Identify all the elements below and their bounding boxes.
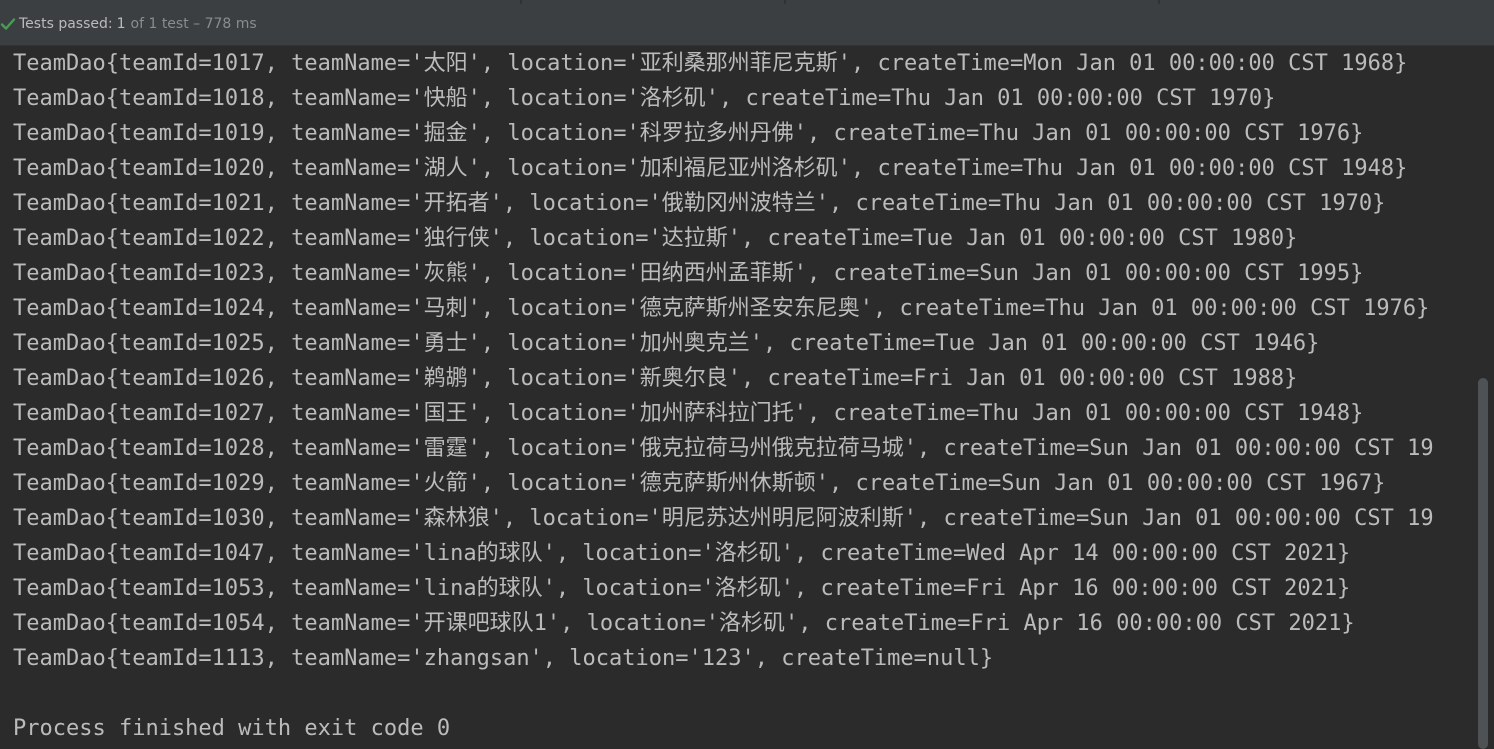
console-line: TeamDao{teamId=1027, teamName='国王', loca… xyxy=(13,401,1364,426)
tests-passed-label: Tests passed: xyxy=(19,16,113,32)
console-line: TeamDao{teamId=1019, teamName='掘金', loca… xyxy=(13,121,1364,146)
console-line: TeamDao{teamId=1029, teamName='火箭', loca… xyxy=(13,471,1386,496)
process-exit-message: Process finished with exit code 0 xyxy=(13,716,451,741)
console-line: TeamDao{teamId=1030, teamName='森林狼', loc… xyxy=(13,506,1434,531)
tests-detail: of 1 test – 778 ms xyxy=(130,16,257,32)
test-results-toolbar: Tests passed: 1 of 1 test – 778 ms xyxy=(0,0,1494,46)
test-status: Tests passed: 1 of 1 test – 778 ms xyxy=(0,12,257,36)
console-line: TeamDao{teamId=1113, teamName='zhangsan'… xyxy=(13,646,994,671)
console-line: TeamDao{teamId=1054, teamName='开课吧球队1', … xyxy=(13,611,1355,636)
console-line: TeamDao{teamId=1047, teamName='lina的球队',… xyxy=(13,541,1351,566)
console-line: TeamDao{teamId=1017, teamName='太阳', loca… xyxy=(13,51,1408,76)
console-line: TeamDao{teamId=1023, teamName='灰熊', loca… xyxy=(13,261,1364,286)
console-line: TeamDao{teamId=1026, teamName='鹈鹕', loca… xyxy=(13,366,1298,391)
check-icon xyxy=(0,18,16,30)
console-line: TeamDao{teamId=1053, teamName='lina的球队',… xyxy=(13,576,1351,601)
console-output[interactable]: TeamDao{teamId=1017, teamName='太阳', loca… xyxy=(0,46,1494,749)
console-line: TeamDao{teamId=1020, teamName='湖人', loca… xyxy=(13,156,1408,181)
console-line: TeamDao{teamId=1025, teamName='勇士', loca… xyxy=(13,331,1320,356)
console-line: TeamDao{teamId=1021, teamName='开拓者', loc… xyxy=(13,191,1386,216)
console-line: TeamDao{teamId=1018, teamName='快船', loca… xyxy=(13,86,1276,111)
console-scrollbar-thumb[interactable] xyxy=(1478,378,1488,749)
tab-strip-edge xyxy=(0,0,1494,4)
console-line: TeamDao{teamId=1022, teamName='独行侠', loc… xyxy=(13,226,1298,251)
console-line: TeamDao{teamId=1024, teamName='马刺', loca… xyxy=(13,296,1430,321)
tests-passed-count: 1 xyxy=(116,16,126,32)
console-line: TeamDao{teamId=1028, teamName='雷霆', loca… xyxy=(13,436,1434,461)
